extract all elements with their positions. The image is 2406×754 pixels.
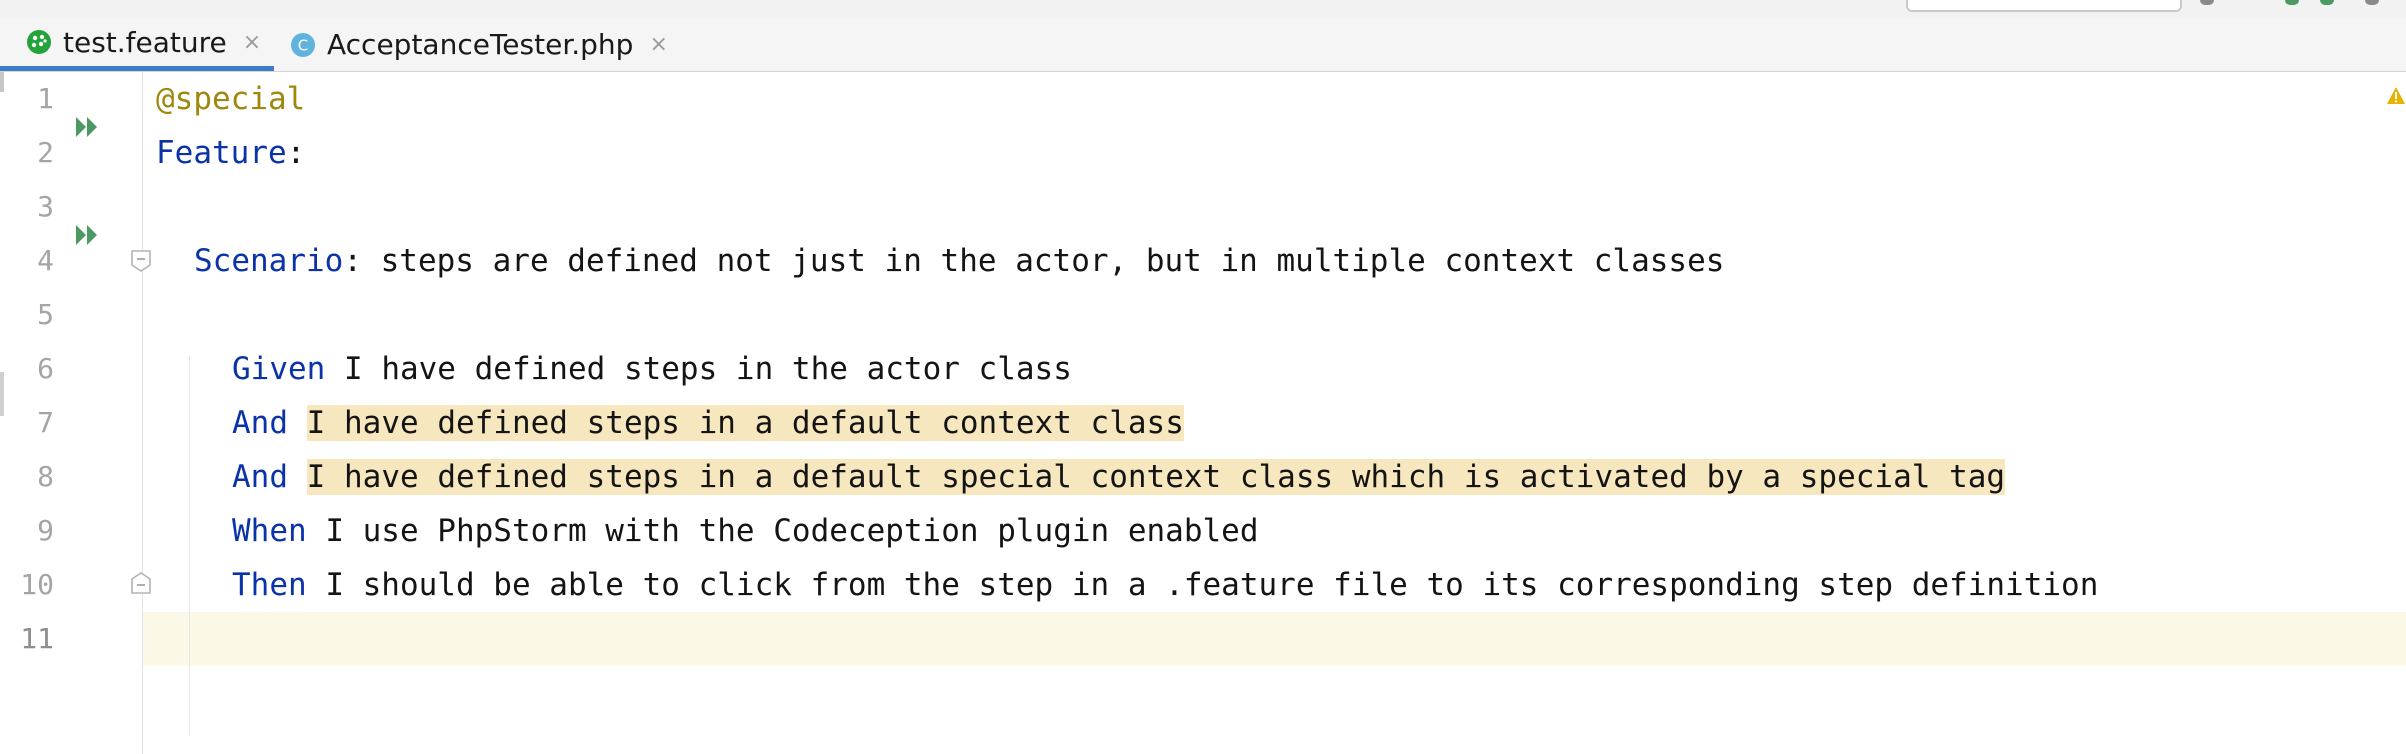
gherkin-step-keyword: And [232, 459, 288, 495]
toolbar-icon[interactable] [2365, 0, 2379, 5]
cucumber-feature-icon [27, 30, 51, 54]
warning-icon[interactable] [2386, 86, 2406, 106]
code-editor[interactable]: 1 2 3 4 5 6 7 8 9 10 11 @special Feature… [0, 72, 2406, 754]
line-number: 1 [37, 82, 54, 115]
tab-test-feature[interactable]: test.feature × [0, 18, 274, 71]
line-number: 2 [37, 136, 54, 169]
code-line-10: Then I should be able to click from the … [232, 558, 2098, 612]
fold-icon[interactable] [130, 249, 152, 273]
gherkin-step-keyword: Then [232, 567, 307, 603]
code-line-4: Scenario: steps are defined not just in … [194, 234, 1724, 288]
gherkin-step-keyword: When [232, 513, 307, 549]
line-number: 7 [37, 406, 54, 439]
code-line-9: When I use PhpStorm with the Codeception… [232, 504, 1259, 558]
line-number: 11 [20, 622, 54, 655]
step-text[interactable]: I use PhpStorm with the Codeception plug… [307, 513, 1258, 549]
code-text: : steps are defined not just in the acto… [343, 243, 1725, 279]
gherkin-step-keyword: Given [232, 351, 326, 387]
code-line-1: @special [156, 72, 305, 126]
tab-acceptance-tester[interactable]: C AcceptanceTester.php × [276, 18, 676, 71]
debug-toolbar-icon[interactable] [2320, 0, 2334, 5]
line-number: 4 [37, 244, 54, 277]
step-text[interactable]: I should be able to click from the step … [307, 567, 2098, 603]
editor-gutter[interactable]: 1 2 3 4 5 6 7 8 9 10 11 [0, 72, 151, 754]
code-line-7: And I have defined steps in a default co… [232, 396, 1184, 450]
code-line-8: And I have defined steps in a default sp… [232, 450, 2006, 504]
indent-guide [189, 356, 190, 736]
line-number: 3 [37, 190, 54, 223]
line-number: 9 [37, 514, 54, 547]
code-line-2: Feature: [156, 126, 305, 180]
editor-tab-bar: test.feature × C AcceptanceTester.php × [0, 18, 2406, 72]
run-toolbar-icon[interactable] [2285, 0, 2299, 5]
close-icon[interactable]: × [243, 30, 261, 55]
line-number: 6 [37, 352, 54, 385]
fold-end-icon[interactable] [130, 571, 152, 595]
toolbar-icon[interactable] [2200, 0, 2214, 5]
tab-label: test.feature [63, 25, 227, 59]
code-text: : [286, 135, 306, 171]
gherkin-keyword: Scenario [194, 243, 344, 279]
tab-label: AcceptanceTester.php [327, 28, 634, 61]
highlighted-step-text[interactable]: I have defined steps in a default contex… [306, 405, 1184, 441]
current-line-highlight [0, 612, 2406, 666]
close-icon[interactable]: × [649, 32, 667, 57]
highlighted-step-text[interactable]: I have defined steps in a default specia… [306, 459, 2006, 495]
gherkin-keyword: Feature [156, 135, 287, 171]
step-text[interactable]: I have defined steps in the actor class [325, 351, 1072, 387]
php-class-icon: C [291, 32, 315, 57]
gherkin-step-keyword: And [232, 405, 288, 441]
run-feature-icon[interactable] [74, 113, 102, 141]
run-scenario-icon[interactable] [74, 221, 102, 249]
line-number: 5 [37, 298, 54, 331]
line-number: 10 [20, 568, 54, 601]
line-number: 8 [37, 460, 54, 493]
gherkin-tag: @special [156, 81, 306, 117]
svg-text:C: C [298, 36, 308, 54]
toolbar-strip [0, 0, 2406, 19]
code-line-6: Given I have defined steps in the actor … [232, 342, 1072, 396]
search-field[interactable] [1906, 0, 2182, 12]
